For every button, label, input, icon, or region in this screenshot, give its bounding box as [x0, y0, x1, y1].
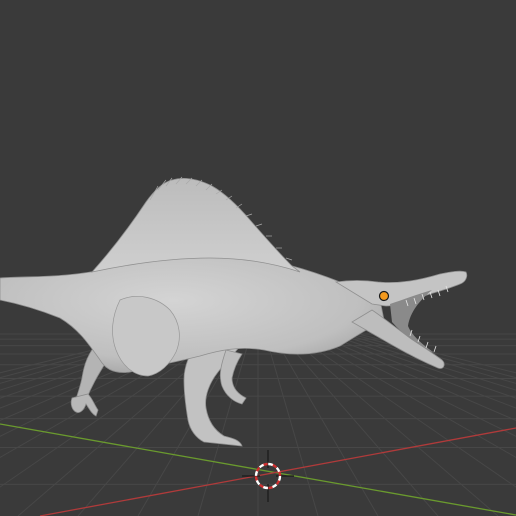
origin-point-icon[interactable]	[378, 290, 390, 302]
3d-viewport[interactable]	[0, 0, 516, 516]
viewport-canvas[interactable]	[0, 0, 516, 516]
